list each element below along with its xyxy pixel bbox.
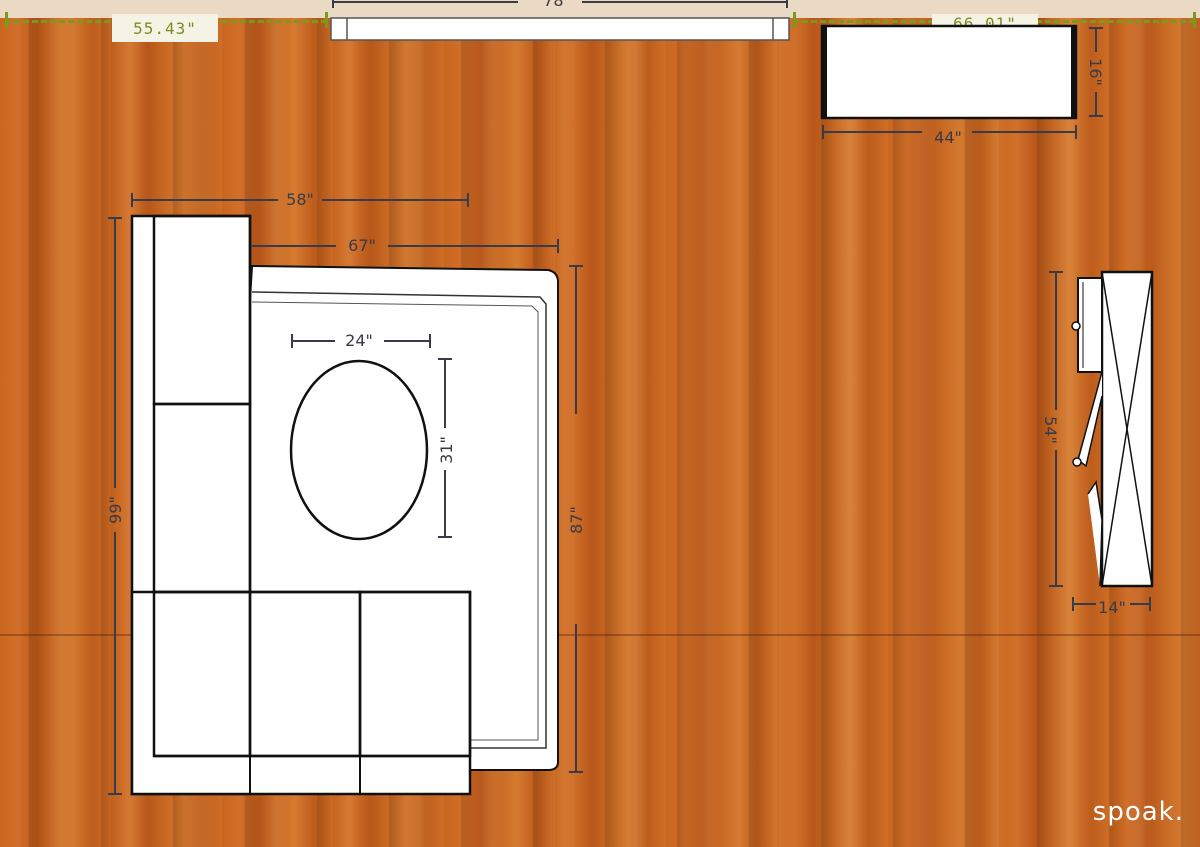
rug-width-label: 67" xyxy=(348,236,376,255)
sofa-length-label: 99" xyxy=(106,496,125,524)
window[interactable] xyxy=(330,17,790,41)
console-table[interactable] xyxy=(1071,270,1154,588)
window-length-label: 78" xyxy=(543,0,571,10)
sofa-width-label: 58" xyxy=(286,190,314,209)
table-width-label: 24" xyxy=(345,331,373,350)
bench-width-label: 44" xyxy=(934,128,962,147)
spoak-logo: spoak. xyxy=(1092,797,1184,827)
console-depth-label: 14" xyxy=(1098,598,1126,617)
console-length-label: 54" xyxy=(1041,416,1060,444)
oval-coffee-table[interactable] xyxy=(289,359,429,541)
rug-width-dimension xyxy=(252,239,559,253)
bench[interactable] xyxy=(820,24,1078,120)
rug-length-label: 87" xyxy=(567,506,586,534)
floor-plan: 78" 44" 16" 24" 31" 58" 67" 99" 87" 54" … xyxy=(106,0,1154,796)
table-length-label: 31" xyxy=(437,436,456,464)
bench-depth-label: 16" xyxy=(1086,58,1105,86)
